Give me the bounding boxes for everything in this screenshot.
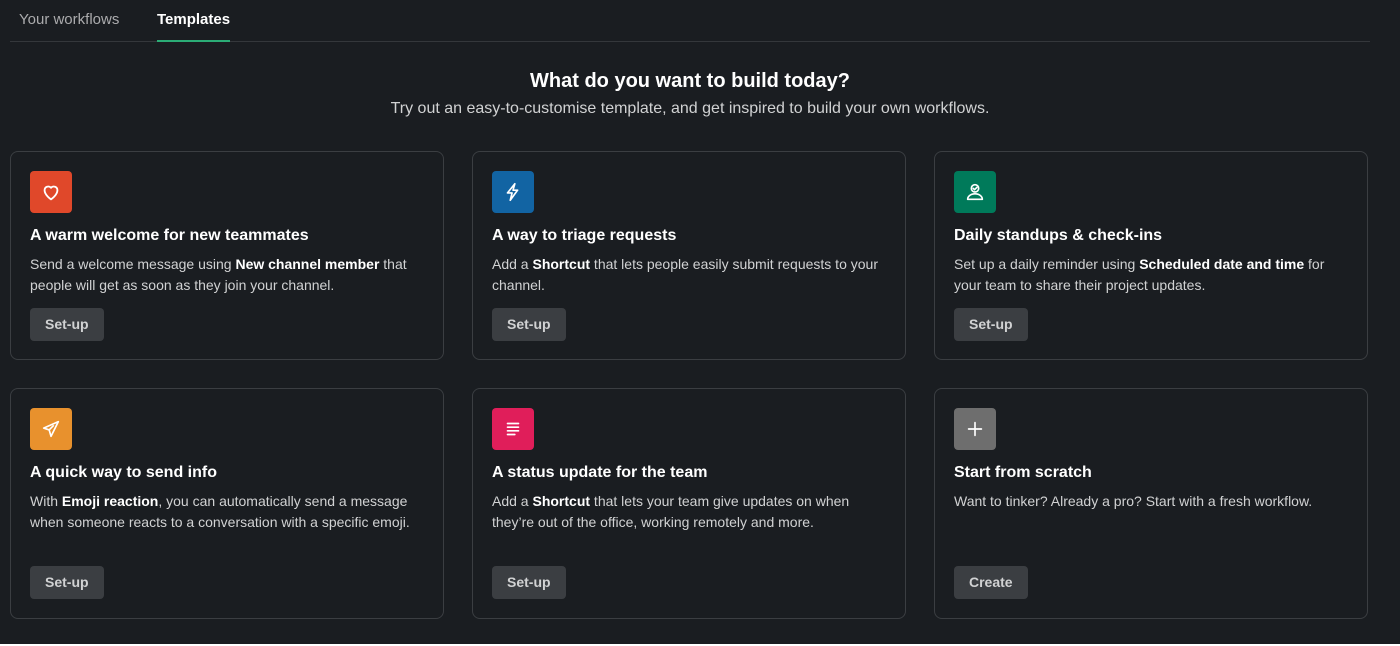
template-title: A warm welcome for new teammates [30,227,309,244]
setup-button[interactable]: Set-up [492,308,566,341]
heart-icon [30,171,72,213]
template-description: Add a Shortcut that lets people easily s… [492,256,878,293]
setup-button[interactable]: Set-up [492,566,566,599]
template-card-welcome[interactable]: A warm welcome for new teammates Send a … [10,151,444,360]
tab-your-workflows[interactable]: Your workflows [19,0,119,42]
template-title: A status update for the team [492,464,708,481]
tab-templates[interactable]: Templates [157,0,231,42]
document-lines-icon [492,408,534,450]
template-card-scratch[interactable]: Start from scratch Want to tinker? Alrea… [934,388,1368,619]
setup-button[interactable]: Set-up [954,308,1028,341]
create-button[interactable]: Create [954,566,1028,599]
setup-button[interactable]: Set-up [30,566,104,599]
template-title: A quick way to send info [30,464,217,481]
template-description: Set up a daily reminder using Scheduled … [954,256,1325,293]
template-card-send-info[interactable]: A quick way to send info With Emoji reac… [10,388,444,619]
template-title: A way to triage requests [492,227,677,244]
template-description: Want to tinker? Already a pro? Start wit… [954,493,1313,509]
page-subtitle: Try out an easy-to-customise template, a… [390,100,990,117]
paper-plane-icon [30,408,72,450]
workflow-builder: Your workflows Templates What do you wan… [0,0,1400,644]
plus-icon [954,408,996,450]
template-card-triage[interactable]: A way to triage requests Add a Shortcut … [472,151,906,360]
tab-bar: Your workflows Templates [10,0,1370,42]
template-title: Daily standups & check-ins [954,227,1163,244]
template-description: Add a Shortcut that lets your team give … [492,493,850,530]
template-description: Send a welcome message using New channel… [30,256,407,293]
template-card-status-update[interactable]: A status update for the team Add a Short… [472,388,906,619]
template-title: Start from scratch [954,464,1092,481]
setup-button[interactable]: Set-up [30,308,104,341]
template-card-standups[interactable]: Daily standups & check-ins Set up a dail… [934,151,1368,360]
template-description: With Emoji reaction, you can automatical… [30,493,410,530]
lightning-icon [492,171,534,213]
person-check-icon [954,171,996,213]
page-title: What do you want to build today? [530,70,850,92]
